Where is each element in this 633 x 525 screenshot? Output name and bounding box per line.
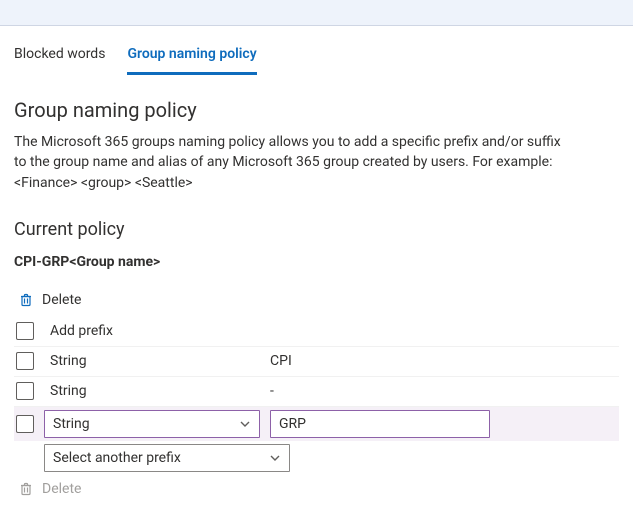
header-row: Add prefix (14, 316, 619, 346)
row-type: String (44, 353, 254, 369)
delete-label-disabled: Delete (42, 481, 81, 497)
add-prefix-label: Add prefix (44, 323, 254, 339)
prefix-row: String - (14, 376, 619, 406)
chevron-down-icon (239, 418, 251, 430)
trash-icon (18, 481, 34, 497)
prefix-row-editing: String GRP (14, 406, 619, 441)
tab-blocked-words[interactable]: Blocked words (14, 42, 105, 74)
chevron-down-icon (269, 452, 281, 464)
delete-toolbar[interactable]: Delete (14, 292, 619, 308)
row-checkbox[interactable] (16, 382, 34, 400)
info-banner (0, 0, 633, 26)
another-prefix-dropdown[interactable]: Select another prefix (44, 444, 290, 472)
another-prefix-row: Select another prefix (14, 441, 619, 475)
prefix-row: String CPI (14, 346, 619, 376)
type-dropdown-value: String (53, 416, 90, 432)
page-title: Group naming policy (14, 98, 619, 122)
another-prefix-placeholder: Select another prefix (53, 450, 181, 466)
prefix-rows: Add prefix String CPI String - String GR… (14, 316, 619, 475)
row-type: String (44, 383, 254, 399)
delete-label: Delete (42, 292, 81, 308)
row-checkbox[interactable] (16, 352, 34, 370)
value-input-text: GRP (279, 416, 306, 432)
trash-icon (18, 292, 34, 308)
tab-group-naming-policy[interactable]: Group naming policy (127, 42, 256, 75)
row-checkbox[interactable] (16, 415, 34, 433)
row-value: CPI (264, 353, 619, 369)
row-value: - (264, 383, 619, 399)
delete-toolbar-disabled: Delete (14, 481, 619, 497)
type-dropdown[interactable]: String (44, 410, 260, 438)
policy-example: CPI-GRP<Group name> (14, 254, 619, 270)
page-description: The Microsoft 365 groups naming policy a… (14, 132, 569, 193)
value-input[interactable]: GRP (270, 410, 490, 438)
current-policy-heading: Current policy (14, 219, 619, 240)
select-all-checkbox[interactable] (16, 322, 34, 340)
tab-strip: Blocked words Group naming policy (14, 26, 619, 74)
